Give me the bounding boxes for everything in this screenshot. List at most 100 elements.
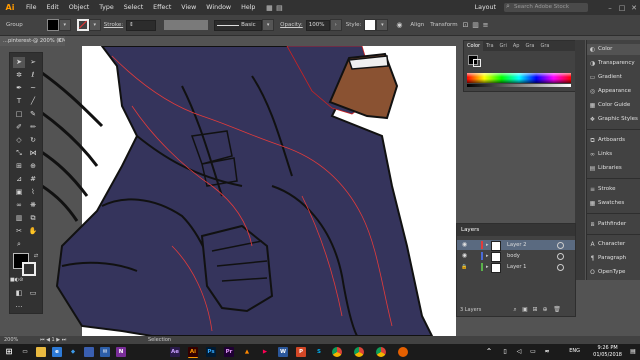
- bridge-icon[interactable]: ▦: [264, 3, 274, 13]
- task-view-icon[interactable]: ▭: [20, 347, 30, 357]
- menu-edit[interactable]: Edit: [42, 0, 64, 15]
- skype-icon[interactable]: S: [314, 347, 324, 357]
- dock-transparency[interactable]: ◑ Transparency: [587, 58, 640, 69]
- recolor-artwork-icon[interactable]: ◉: [394, 20, 404, 30]
- align-button[interactable]: Align: [410, 22, 424, 28]
- network-icon[interactable]: ▯: [500, 347, 510, 357]
- rectangle-tool-icon[interactable]: □: [13, 109, 25, 120]
- gradient-tool-icon[interactable]: ▣: [13, 187, 25, 198]
- artwork-illustration[interactable]: [42, 46, 456, 336]
- tab-appearance[interactable]: Ap: [510, 41, 523, 51]
- layers-panel-title[interactable]: Layers: [457, 224, 575, 236]
- symbol-sprayer-icon[interactable]: ❋: [27, 200, 39, 211]
- screen-mode-icon[interactable]: ▭: [27, 288, 39, 299]
- width-tool-icon[interactable]: ⋈: [27, 148, 39, 159]
- stroke-swatch[interactable]: [76, 19, 89, 31]
- dropbox-icon[interactable]: ◆: [68, 347, 78, 357]
- style-dropdown[interactable]: ▾: [376, 19, 389, 31]
- dock-pathfinder[interactable]: ⧈ Pathfinder: [587, 219, 640, 230]
- eraser-tool-icon[interactable]: ◇: [13, 135, 25, 146]
- dock-color-guide[interactable]: ▦ Color Guide: [587, 100, 640, 111]
- dock-character[interactable]: A Character: [587, 239, 640, 250]
- fill-swatch[interactable]: [46, 19, 59, 31]
- chrome-app-icon[interactable]: [376, 347, 386, 357]
- artboard-navigation[interactable]: ⏮ ◀ 1 ▶ ⏭: [40, 336, 66, 344]
- curvature-tool-icon[interactable]: ~: [27, 83, 39, 94]
- dock-artboards[interactable]: ⧉ Artboards: [587, 135, 640, 146]
- blend-tool-icon[interactable]: ∞: [13, 200, 25, 211]
- visibility-eye-icon[interactable]: ◉: [461, 251, 468, 261]
- media-player-icon[interactable]: ▶: [260, 347, 270, 357]
- zoom-tool-icon[interactable]: ⌕: [13, 239, 25, 250]
- layer-target-icon[interactable]: [557, 253, 564, 260]
- menu-object[interactable]: Object: [64, 0, 95, 15]
- dock-appearance[interactable]: ◎ Appearance: [587, 86, 640, 97]
- layer-row[interactable]: 🔒 ▸ Layer 1: [457, 262, 575, 273]
- dock-color[interactable]: ◐ Color: [587, 44, 640, 55]
- layer-target-icon[interactable]: [557, 242, 564, 249]
- swap-fill-stroke-icon[interactable]: ⇄: [30, 251, 42, 262]
- type-tool-icon[interactable]: T: [13, 96, 25, 107]
- word-icon[interactable]: W: [278, 347, 288, 357]
- opacity-dropdown[interactable]: ›: [329, 19, 342, 31]
- delete-layer-icon[interactable]: 🗑: [553, 304, 561, 316]
- new-sublayer-icon[interactable]: ⊞: [531, 304, 539, 316]
- store-icon[interactable]: [84, 347, 94, 357]
- system-clock[interactable]: 9:26 PM 01/05/2018: [593, 345, 622, 358]
- edge-browser-icon[interactable]: e: [52, 347, 62, 357]
- dock-gradient[interactable]: ▭ Gradient: [587, 72, 640, 83]
- tab-color[interactable]: Color: [464, 41, 484, 51]
- volume-icon[interactable]: ◁: [514, 347, 524, 357]
- input-language[interactable]: ENG: [569, 348, 580, 354]
- expand-arrow-icon[interactable]: ▸: [486, 251, 489, 261]
- lock-icon[interactable]: 🔒: [461, 262, 468, 272]
- action-center-icon[interactable]: ▤: [628, 347, 638, 357]
- color-grayscale-bar[interactable]: [467, 84, 571, 87]
- paintbrush-icon[interactable]: ✎: [27, 109, 39, 120]
- premiere-icon[interactable]: Pr: [224, 347, 234, 357]
- eyedropper-icon[interactable]: ⌇: [27, 187, 39, 198]
- menu-file[interactable]: File: [21, 0, 42, 15]
- shape-builder-icon[interactable]: ⊕: [27, 161, 39, 172]
- layer-row[interactable]: ◉ ▸ body: [457, 251, 575, 262]
- close-icon[interactable]: ✕: [628, 4, 640, 12]
- file-explorer-icon[interactable]: [36, 347, 46, 357]
- pencil-tool-icon[interactable]: ✏: [27, 122, 39, 133]
- dock-paragraph[interactable]: ¶ Paragraph: [587, 253, 640, 264]
- tab-gradient[interactable]: Gri: [497, 41, 510, 51]
- color-stroke-indicator[interactable]: [473, 59, 481, 67]
- workspace-switcher[interactable]: Layout: [475, 4, 496, 11]
- layer-row[interactable]: ◉ ▸ Layer 2: [457, 240, 575, 251]
- graph-tool-icon[interactable]: ▥: [13, 213, 25, 224]
- pen-tool-icon[interactable]: ✒: [13, 83, 25, 94]
- canvas-area[interactable]: [42, 46, 456, 336]
- dock-stroke[interactable]: ≡ Stroke: [587, 184, 640, 195]
- opacity-input[interactable]: 100%: [305, 19, 330, 31]
- zoom-level[interactable]: 200%: [4, 336, 18, 344]
- edit-toolbar-icon[interactable]: …: [13, 300, 25, 311]
- menu-type[interactable]: Type: [94, 0, 118, 15]
- arrange-icon[interactable]: ▥: [471, 20, 481, 30]
- powerpoint-icon[interactable]: P: [296, 347, 306, 357]
- graphic-style-swatch[interactable]: [364, 19, 377, 31]
- menu-view[interactable]: View: [176, 0, 201, 15]
- visibility-eye-icon[interactable]: ◉: [461, 240, 468, 250]
- minimize-icon[interactable]: –: [604, 4, 616, 12]
- shaper-tool-icon[interactable]: ✐: [13, 122, 25, 133]
- variable-width-profile[interactable]: [164, 20, 209, 30]
- scale-tool-icon[interactable]: ⤡: [13, 148, 25, 159]
- mail-icon[interactable]: ✉: [100, 347, 110, 357]
- magic-wand-icon[interactable]: ✲: [13, 70, 25, 81]
- tab-graphic-styles[interactable]: Gra: [522, 41, 537, 51]
- color-mode-icon[interactable]: ■◐⊘: [10, 275, 23, 286]
- firefox-icon[interactable]: [398, 347, 408, 357]
- panel-menu-icon[interactable]: ≡: [481, 20, 491, 30]
- artboard-number[interactable]: 1: [52, 337, 55, 343]
- clipping-mask-icon[interactable]: ▣: [521, 304, 529, 316]
- layer-name[interactable]: body: [507, 251, 520, 261]
- layer-name[interactable]: Layer 2: [507, 240, 526, 250]
- stock-search-input[interactable]: Search Adobe Stock: [504, 2, 588, 12]
- expand-arrow-icon[interactable]: ▸: [486, 262, 489, 272]
- menu-select[interactable]: Select: [119, 0, 148, 15]
- onenote-icon[interactable]: N: [116, 347, 126, 357]
